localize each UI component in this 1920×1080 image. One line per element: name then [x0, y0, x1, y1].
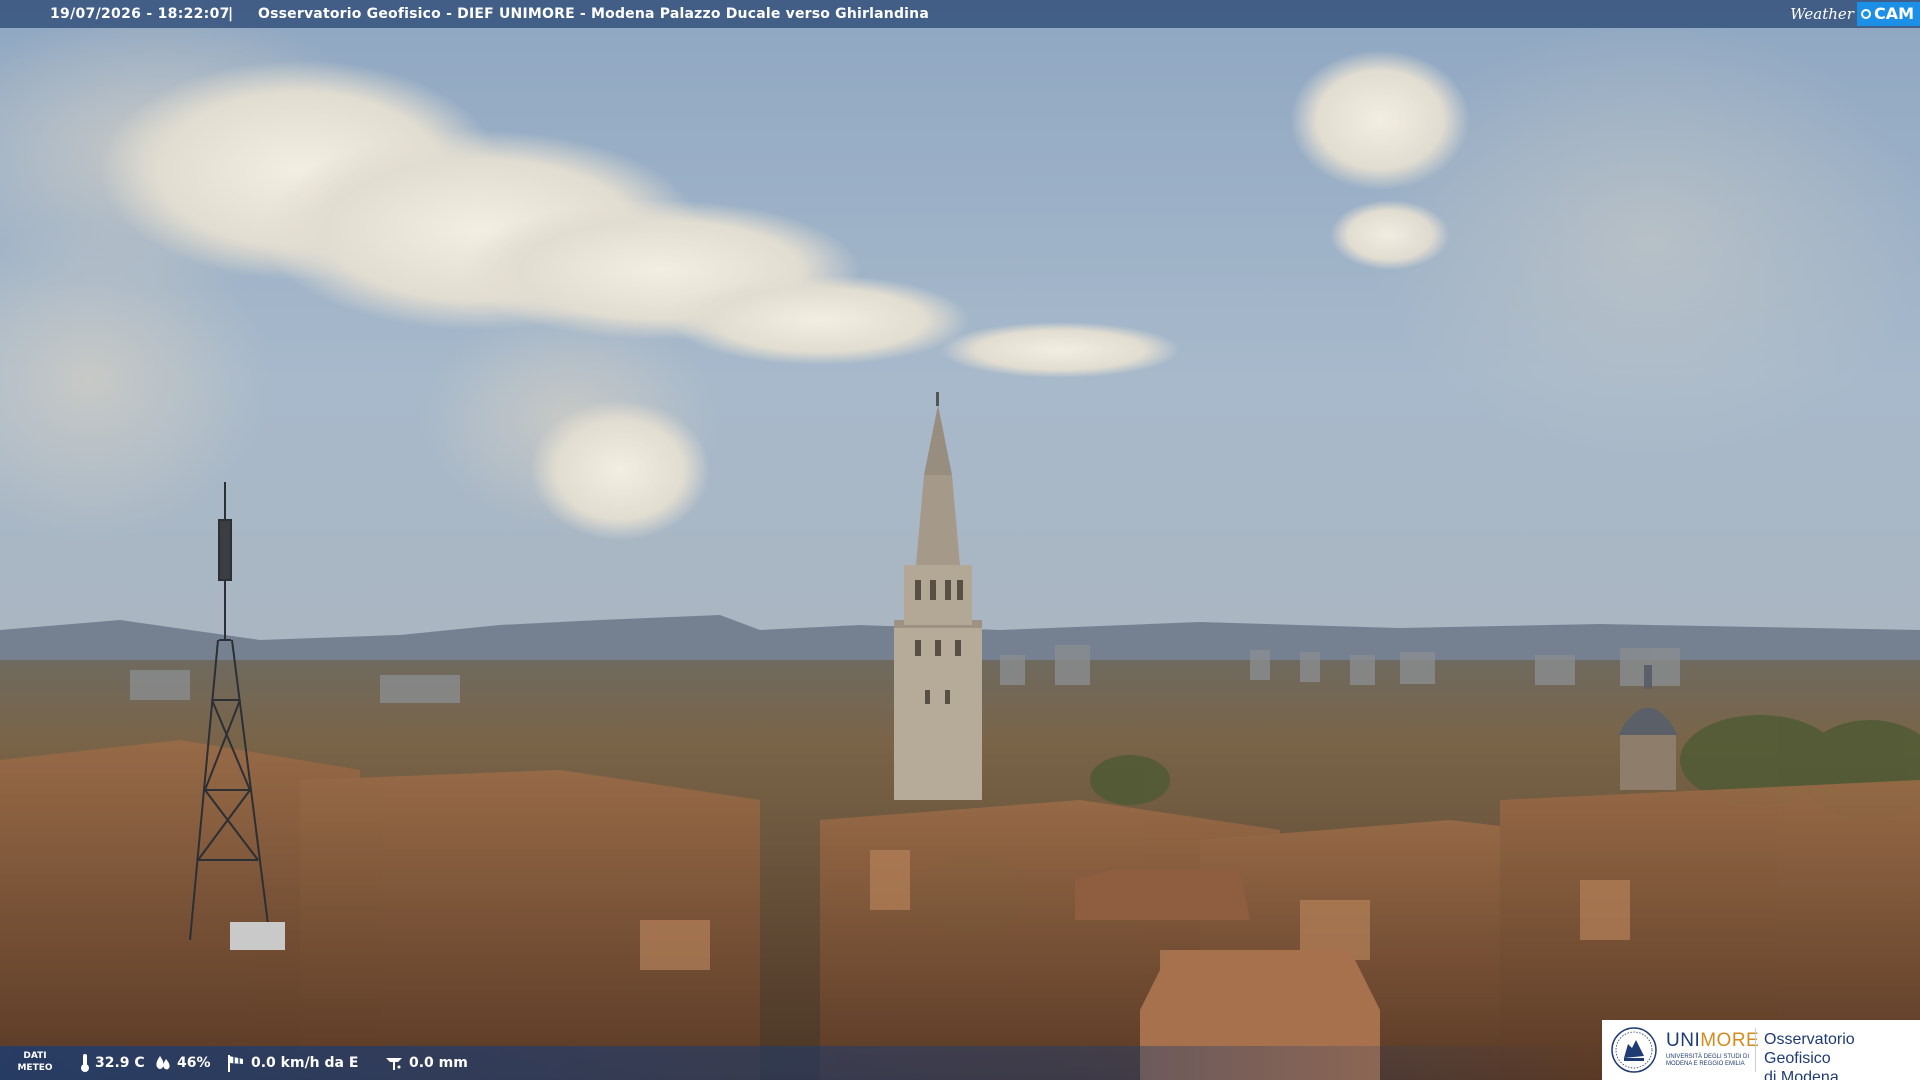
camera-lens-icon [1860, 9, 1871, 19]
unimore-wordmark-more: MORE [1700, 1030, 1760, 1051]
observatory-name-line2: di Modena [1764, 1069, 1839, 1080]
weathercam-logo[interactable]: Weather CAM [1790, 0, 1920, 28]
temperature-value: 32.9 C [95, 1055, 145, 1071]
unimore-subtitle: UNIVERSITÀ DEGLI STUDI DI MODENA E REGGI… [1666, 1054, 1750, 1067]
logo-divider [1755, 1028, 1756, 1072]
unimore-logo[interactable]: UNIMORE UNIVERSITÀ DEGLI STUDI DI MODENA… [1602, 1020, 1920, 1080]
camera-info-bar: 19/07/2026 - 18:22:07 | Osservatorio Geo… [0, 0, 1920, 28]
observatory-name: Osservatorio Geofisico di Modena [1764, 1030, 1920, 1080]
timestamp: 19/07/2026 - 18:22:07 [50, 6, 230, 22]
weather-data-label: DATI METEO [14, 1050, 56, 1074]
weather-data-bar: DATI METEO 32.9 C 46% 0.0 km/h da E 0.0 … [0, 1046, 1600, 1080]
humidity-value: 46% [177, 1055, 211, 1071]
rain-gauge-icon [386, 1058, 402, 1070]
antenna-cabinet [230, 922, 285, 950]
thermometer-icon [81, 1054, 89, 1072]
windsock-icon [228, 1055, 243, 1072]
weather-data-label-line2: METEO [17, 1063, 53, 1073]
separator: | [228, 6, 234, 22]
camera-title: Osservatorio Geofisico - DIEF UNIMORE - … [258, 6, 929, 22]
observatory-name-line1: Osservatorio Geofisico [1764, 1031, 1855, 1067]
webcam-image [0, 0, 1920, 1080]
unimore-wordmark: UNIMORE [1666, 1030, 1759, 1052]
unimore-wordmark-uni: UNI [1666, 1030, 1701, 1051]
university-seal-icon [1611, 1027, 1657, 1073]
humidity-reading: 46% [154, 1046, 211, 1080]
rain-value: 0.0 mm [409, 1055, 468, 1071]
brand-weather: Weather [1790, 5, 1854, 23]
wind-reading: 0.0 km/h da E [226, 1046, 358, 1080]
wind-value: 0.0 km/h da E [251, 1055, 359, 1071]
brand-cam: CAM [1873, 4, 1914, 23]
brand-cam-box: CAM [1856, 2, 1920, 26]
webcam-viewer: 19/07/2026 - 18:22:07 | Osservatorio Geo… [0, 0, 1920, 1080]
temperature-reading: 32.9 C [80, 1046, 145, 1080]
droplet-icon [156, 1056, 170, 1070]
rain-reading: 0.0 mm [384, 1046, 468, 1080]
weather-data-label-line1: DATI [23, 1051, 47, 1061]
